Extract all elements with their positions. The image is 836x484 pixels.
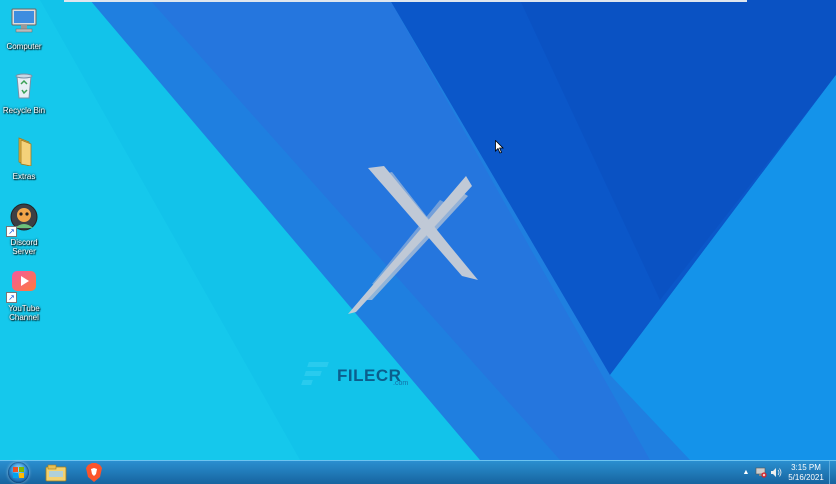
desktop[interactable]: Computer Recycle Bin Extras ↗ Discord Se… — [0, 0, 836, 460]
wallpaper — [0, 0, 836, 460]
discord-avatar-icon: ↗ — [6, 202, 41, 237]
system-clock[interactable]: 3:15 PM 5/16/2021 — [784, 463, 828, 483]
computer-icon — [7, 6, 41, 40]
youtube-channel-icon: ↗ — [6, 268, 41, 303]
shortcut-arrow-icon: ↗ — [6, 292, 17, 303]
speaker-icon — [771, 468, 782, 477]
volume-button[interactable] — [769, 461, 783, 484]
watermark-domain: .com — [393, 380, 409, 387]
show-hidden-icons-button[interactable]: ▲ — [740, 461, 752, 484]
show-hidden-icons-arrow-icon: ▲ — [742, 469, 750, 476]
desktop-icon-label: Recycle Bin — [2, 106, 46, 115]
file-explorer-icon — [45, 464, 67, 481]
taskbar-file-explorer-button[interactable] — [40, 461, 72, 484]
desktop-icon-extras[interactable]: Extras — [0, 136, 48, 181]
shortcut-arrow-icon: ↗ — [6, 226, 17, 237]
desktop-icon-discord-server[interactable]: ↗ Discord Server — [0, 202, 48, 256]
network-status-button[interactable] — [754, 461, 768, 484]
taskbar-brave-button[interactable] — [78, 461, 110, 484]
windows-start-orb-icon — [7, 462, 29, 483]
recycle-bin-icon — [7, 70, 41, 104]
brave-browser-icon — [86, 462, 102, 482]
network-error-icon — [755, 467, 767, 478]
folder-icon — [7, 136, 41, 170]
show-desktop-button[interactable] — [829, 461, 836, 484]
watermark-brand: FILECR — [337, 366, 402, 385]
desktop-icon-label: Discord Server — [10, 238, 38, 256]
desktop-icon-label: Computer — [6, 42, 42, 51]
desktop-icon-recycle-bin[interactable]: Recycle Bin — [0, 70, 48, 115]
desktop-icon-computer[interactable]: Computer — [0, 6, 48, 51]
taskbar: ▲ 3:15 PM 5/16/2021 — [0, 460, 836, 484]
filecr-logo-icon — [300, 362, 329, 388]
desktop-icon-label: YouTube Channel — [8, 304, 40, 322]
clock-date: 5/16/2021 — [788, 473, 824, 482]
window-top-edge — [64, 0, 747, 2]
clock-time: 3:15 PM — [791, 463, 821, 472]
start-button[interactable] — [4, 461, 32, 484]
desktop-icon-youtube-channel[interactable]: ↗ YouTube Channel — [0, 268, 48, 322]
mouse-pointer-icon — [495, 140, 504, 154]
desktop-icon-label: Extras — [12, 172, 36, 181]
